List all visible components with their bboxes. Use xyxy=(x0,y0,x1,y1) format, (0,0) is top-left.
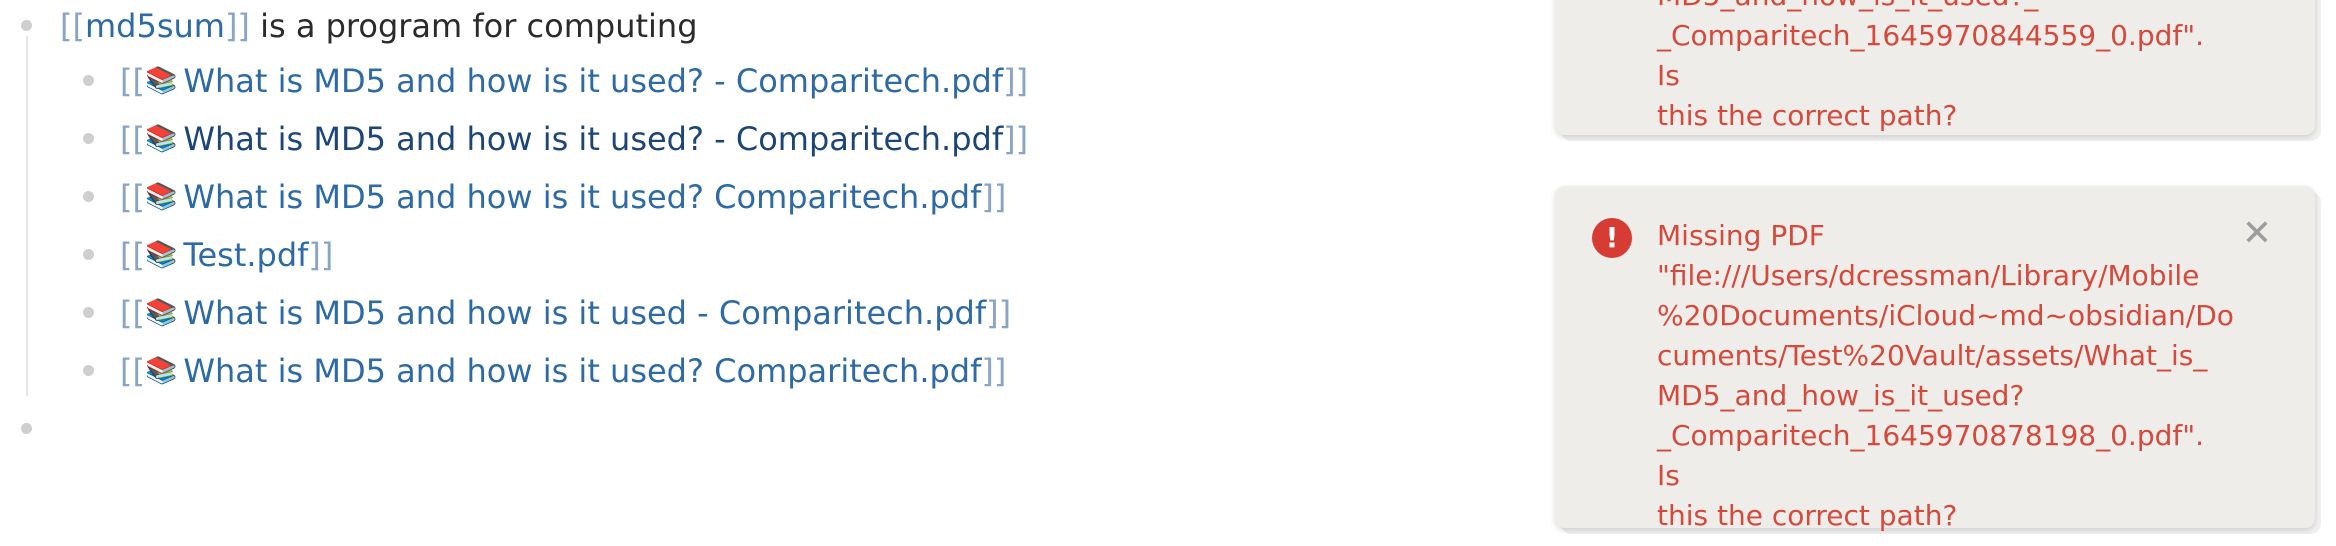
child-bullet-4[interactable]: [[ 📚 What is MD5 and how is it used - Co… xyxy=(120,284,1011,342)
pdf-link[interactable]: What is MD5 and how is it used? - Compar… xyxy=(183,62,1003,100)
bullet-dot[interactable] xyxy=(83,365,94,376)
link-bracket-open: [[ xyxy=(120,120,145,158)
child-bullet-0[interactable]: [[ 📚 What is MD5 and how is it used? - C… xyxy=(120,52,1028,110)
link-bracket-close: ]] xyxy=(986,294,1012,332)
root-bullet[interactable]: [[ md5sum ]] is a program for computing xyxy=(60,0,698,55)
books-icon: 📚 xyxy=(144,66,178,96)
bullet-dot[interactable] xyxy=(83,133,94,144)
link-bracket-close: ]] xyxy=(981,178,1007,216)
notice-message: MD5_and_how_is_it_used?_- _Comparitech_1… xyxy=(1657,0,2205,132)
bullet-dot[interactable] xyxy=(83,75,94,86)
link-bracket-close: ]] xyxy=(1003,62,1029,100)
books-icon: 📚 xyxy=(144,298,178,328)
link-bracket-open: [[ xyxy=(120,352,145,390)
link-bracket-close: ]] xyxy=(981,352,1007,390)
child-bullet-2[interactable]: [[ 📚 What is MD5 and how is it used? Com… xyxy=(120,168,1006,226)
link-bracket-close: ]] xyxy=(1003,120,1029,158)
link-bracket-open: [[ xyxy=(120,294,145,332)
pdf-link[interactable]: What is MD5 and how is it used - Compari… xyxy=(183,294,986,332)
outline-panel: [[ md5sum ]] is a program for computing … xyxy=(0,0,1400,546)
notice-message: Missing PDF "file:///Users/dcressman/Lib… xyxy=(1657,219,2234,532)
pdf-link[interactable]: Test.pdf xyxy=(183,236,308,274)
bullet-dot[interactable] xyxy=(83,307,94,318)
missing-pdf-notice[interactable]: ! Missing PDF "file:///Users/dcressman/L… xyxy=(1555,186,2315,532)
books-icon: 📚 xyxy=(144,240,178,270)
pdf-link[interactable]: What is MD5 and how is it used? Comparit… xyxy=(183,178,981,216)
link-bracket-open: [[ xyxy=(120,178,145,216)
md5sum-link[interactable]: md5sum xyxy=(85,7,225,45)
link-bracket-close: ]] xyxy=(224,7,250,45)
pdf-link[interactable]: What is MD5 and how is it used? - Compar… xyxy=(183,120,1003,158)
bullet-dot[interactable] xyxy=(83,249,94,260)
close-icon[interactable]: ✕ xyxy=(2239,216,2275,252)
link-bracket-open: [[ xyxy=(120,62,145,100)
error-icon: ! xyxy=(1592,218,1632,258)
missing-pdf-notice[interactable]: MD5_and_how_is_it_used?_- _Comparitech_1… xyxy=(1555,0,2315,135)
pdf-link[interactable]: What is MD5 and how is it used? Comparit… xyxy=(183,352,981,390)
bullet-dot[interactable] xyxy=(83,191,94,202)
books-icon: 📚 xyxy=(144,356,178,386)
child-bullet-5[interactable]: [[ 📚 What is MD5 and how is it used? Com… xyxy=(120,342,1006,400)
books-icon: 📚 xyxy=(144,124,178,154)
indent-guide xyxy=(26,36,28,396)
bullet-dot[interactable] xyxy=(21,20,32,31)
books-icon: 📚 xyxy=(144,182,178,212)
root-bullet-text: is a program for computing xyxy=(249,7,698,45)
link-bracket-close: ]] xyxy=(308,236,334,274)
link-bracket-open: [[ xyxy=(120,236,145,274)
empty-bullet-dot[interactable] xyxy=(21,423,32,434)
child-bullet-1[interactable]: [[ 📚 What is MD5 and how is it used? - C… xyxy=(120,110,1028,168)
link-bracket-open: [[ xyxy=(60,7,85,45)
child-bullet-3[interactable]: [[ 📚 Test.pdf ]] xyxy=(120,226,333,284)
